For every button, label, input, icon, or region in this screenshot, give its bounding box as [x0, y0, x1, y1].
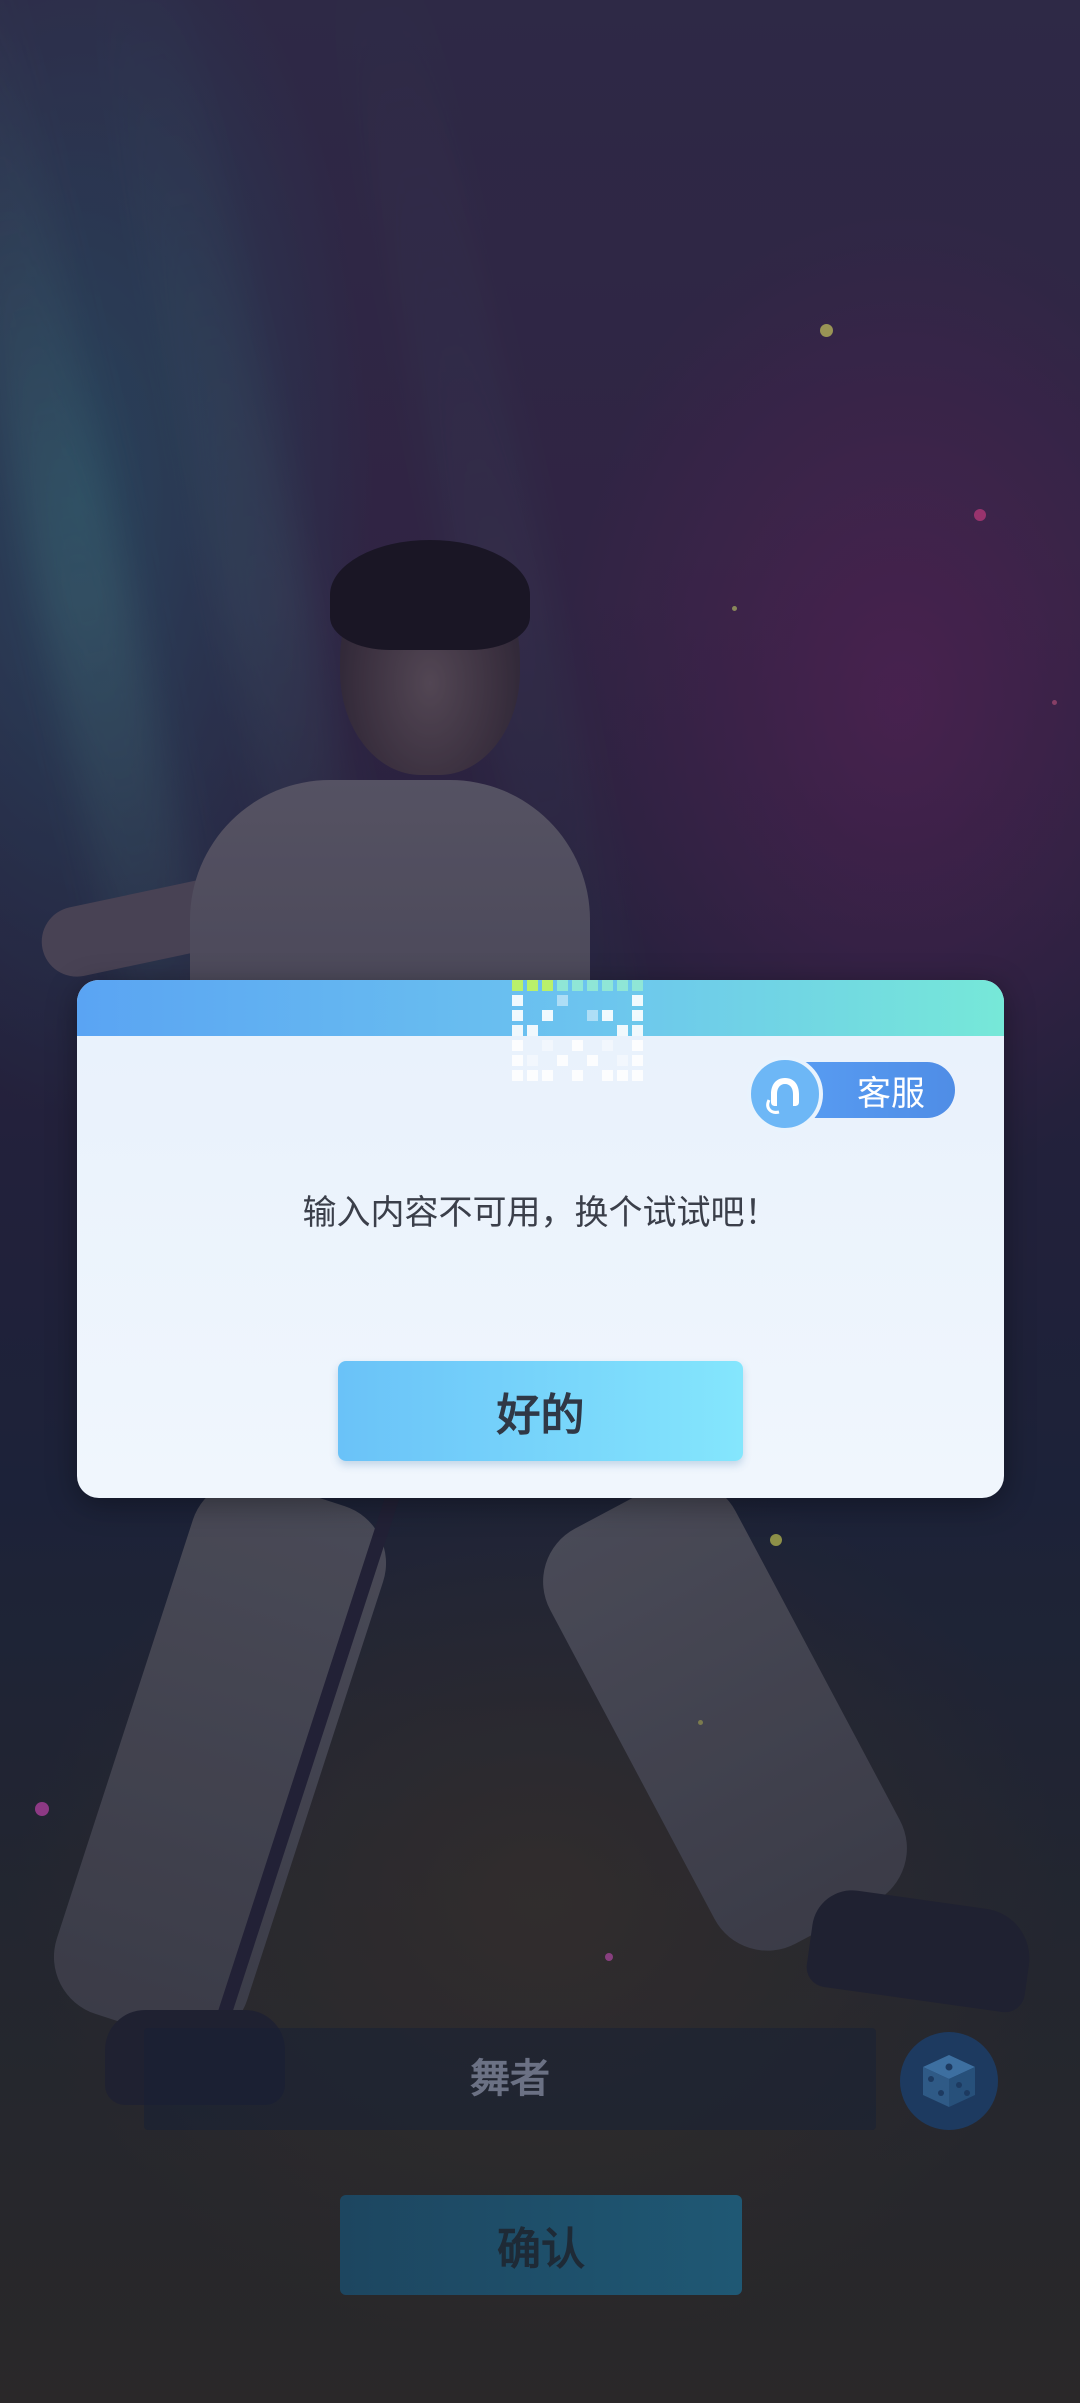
headset-icon: [747, 1056, 823, 1132]
dice-icon: [923, 2055, 975, 2107]
ok-button-label: 好的: [496, 1390, 585, 1441]
dialog-message: 输入内容不可用，换个试试吧！: [302, 1193, 779, 1233]
random-name-button[interactable]: [900, 2032, 998, 2130]
confirm-button[interactable]: 确认: [340, 2195, 742, 2295]
pixel-grid-icon: [512, 980, 643, 1081]
customer-service-button[interactable]: 客服: [747, 1056, 955, 1132]
ok-button[interactable]: 好的: [338, 1361, 743, 1461]
dancer-name-input[interactable]: [144, 2028, 876, 2130]
confirm-button-label: 确认: [497, 2224, 585, 2275]
customer-service-label: 客服: [857, 1073, 925, 1114]
error-dialog: 客服 输入内容不可用，换个试试吧！ 好的: [77, 980, 1004, 1498]
